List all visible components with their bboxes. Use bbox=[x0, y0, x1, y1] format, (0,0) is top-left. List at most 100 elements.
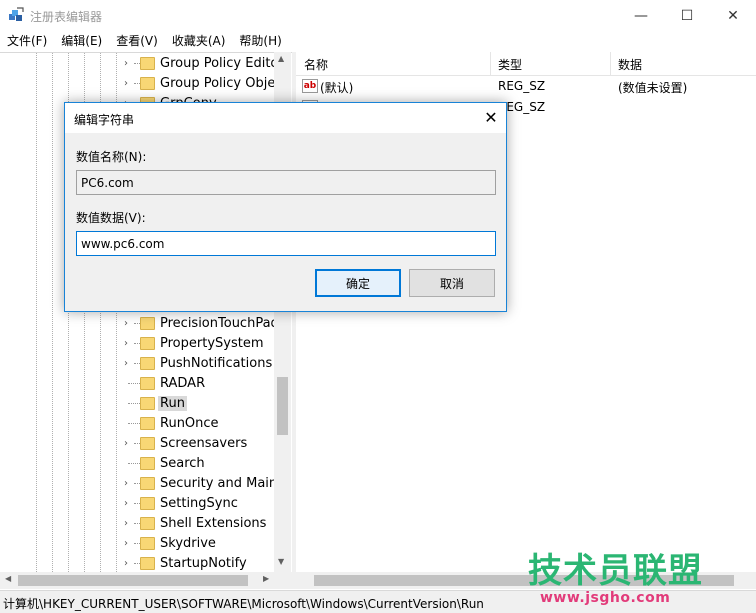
ok-button[interactable]: 确定 bbox=[315, 269, 401, 297]
scroll-right-icon[interactable]: ▶ bbox=[263, 574, 269, 583]
folder-icon bbox=[140, 457, 155, 470]
value-name: (默认) bbox=[320, 81, 354, 95]
tree-item-label: Security and Mainte bbox=[160, 476, 291, 491]
tree-item-runonce[interactable]: RunOnce bbox=[0, 414, 274, 434]
cancel-button[interactable]: 取消 bbox=[409, 269, 495, 297]
folder-icon bbox=[140, 397, 155, 410]
column-header-name[interactable]: 名称 bbox=[304, 56, 328, 73]
menu-favorites[interactable]: 收藏夹(A) bbox=[165, 31, 233, 51]
folder-icon bbox=[140, 417, 155, 430]
expand-chevron-icon[interactable]: › bbox=[124, 558, 134, 570]
tree-item-label: StartupNotify bbox=[160, 556, 247, 571]
folder-icon bbox=[140, 477, 155, 490]
tree-item-label: Group Policy Objec bbox=[160, 76, 283, 91]
tree-item-propertysystem[interactable]: › PropertySystem bbox=[0, 334, 274, 354]
expand-chevron-icon[interactable]: › bbox=[124, 538, 134, 550]
tree-item-group-policy-objects[interactable]: › Group Policy Objec bbox=[0, 74, 282, 94]
tree-connector bbox=[128, 383, 140, 384]
scroll-thumb[interactable] bbox=[18, 575, 248, 586]
folder-icon bbox=[140, 497, 155, 510]
folder-icon bbox=[140, 337, 155, 350]
ab-string-icon: ab bbox=[302, 79, 318, 93]
expand-chevron-icon[interactable]: › bbox=[124, 498, 134, 510]
tree-item-startupnotify[interactable]: › StartupNotify bbox=[0, 554, 274, 573]
scroll-up-icon[interactable]: ▲ bbox=[278, 54, 284, 63]
dialog-title-bar: 编辑字符串 ✕ bbox=[65, 103, 506, 133]
list-item[interactable]: ab (默认) REG_SZ (数值未设置) bbox=[296, 77, 756, 97]
tree-item-pushnotifications[interactable]: › PushNotifications bbox=[0, 354, 274, 374]
tree-horizontal-scrollbar[interactable]: ◀ ▶ bbox=[0, 572, 292, 589]
folder-icon bbox=[140, 357, 155, 370]
menu-edit[interactable]: 编辑(E) bbox=[54, 31, 109, 51]
tree-item-label: RADAR bbox=[160, 376, 206, 391]
tree-item-skydrive[interactable]: › Skydrive bbox=[0, 534, 274, 554]
tree-item-label: Skydrive bbox=[160, 536, 216, 551]
tree-item-radar[interactable]: RADAR bbox=[0, 374, 274, 394]
tree-item-label: Screensavers bbox=[160, 436, 248, 451]
watermark-url: www.jsgho.com bbox=[540, 590, 671, 606]
menu-file[interactable]: 文件(F) bbox=[0, 31, 54, 51]
tree-item-label: SettingSync bbox=[160, 496, 238, 511]
watermark-logo-text: 技术员联盟 bbox=[528, 551, 703, 591]
folder-icon bbox=[140, 537, 155, 550]
folder-icon bbox=[140, 437, 155, 450]
tree-item-label: PushNotifications bbox=[160, 356, 273, 371]
column-header-data[interactable]: 数据 bbox=[618, 56, 642, 73]
tree-connector bbox=[128, 403, 140, 404]
tree-item-settingsync[interactable]: › SettingSync bbox=[0, 494, 274, 514]
maximize-button[interactable]: ☐ bbox=[664, 0, 710, 31]
folder-icon bbox=[140, 77, 155, 90]
tree-item-label: PrecisionTouchPad bbox=[160, 316, 279, 331]
expand-chevron-icon[interactable]: › bbox=[124, 478, 134, 490]
tree-item-security-and-maintenance[interactable]: › Security and Mainte bbox=[0, 474, 290, 494]
tree-item-label: Shell Extensions bbox=[160, 516, 267, 531]
list-header: 名称 类型 数据 bbox=[296, 52, 756, 76]
tree-item-label: Search bbox=[160, 456, 205, 471]
expand-chevron-icon[interactable]: › bbox=[124, 78, 134, 90]
registry-path: 计算机\HKEY_CURRENT_USER\SOFTWARE\Microsoft… bbox=[3, 597, 484, 611]
tree-item-screensavers[interactable]: › Screensavers bbox=[0, 434, 274, 454]
dialog-title: 编辑字符串 bbox=[74, 113, 135, 127]
tree-item-label: PropertySystem bbox=[160, 336, 264, 351]
edit-string-dialog: 编辑字符串 ✕ 数值名称(N): 数值数据(V): 确定 取消 bbox=[64, 102, 507, 312]
column-separator[interactable] bbox=[490, 52, 491, 76]
tree-item-run[interactable]: Run bbox=[0, 394, 274, 414]
menu-bar: 文件(F) 编辑(E) 查看(V) 收藏夹(A) 帮助(H) bbox=[0, 31, 756, 51]
folder-icon bbox=[140, 557, 155, 570]
tree-item-precisiontouchpad[interactable]: › PrecisionTouchPad bbox=[0, 314, 279, 334]
column-separator[interactable] bbox=[610, 52, 611, 76]
scroll-thumb[interactable] bbox=[277, 377, 288, 435]
value-type: REG_SZ bbox=[498, 79, 546, 93]
menu-help[interactable]: 帮助(H) bbox=[232, 31, 288, 51]
dialog-close-icon[interactable]: ✕ bbox=[479, 107, 503, 129]
value-name-label: 数值名称(N): bbox=[76, 150, 147, 164]
expand-chevron-icon[interactable]: › bbox=[124, 518, 134, 530]
expand-chevron-icon[interactable]: › bbox=[124, 438, 134, 450]
scroll-left-icon[interactable]: ◀ bbox=[5, 574, 11, 583]
tree-item-shell-extensions[interactable]: › Shell Extensions bbox=[0, 514, 274, 534]
tree-item-group-policy-editor[interactable]: › Group Policy Editor bbox=[0, 54, 284, 74]
value-data-field[interactable] bbox=[76, 231, 496, 256]
value-data: (数值未设置) bbox=[618, 81, 688, 95]
expand-chevron-icon[interactable]: › bbox=[124, 318, 134, 330]
column-header-type[interactable]: 类型 bbox=[498, 56, 522, 73]
title-bar: 注册表编辑器 — ☐ ✕ bbox=[0, 0, 756, 31]
value-name-field[interactable] bbox=[76, 170, 496, 195]
close-window-button[interactable]: ✕ bbox=[710, 0, 756, 31]
folder-icon bbox=[140, 57, 155, 70]
tree-item-label: Group Policy Editor bbox=[160, 56, 284, 71]
minimize-button[interactable]: — bbox=[618, 0, 664, 31]
regedit-app-icon bbox=[9, 7, 24, 21]
folder-icon bbox=[140, 517, 155, 530]
tree-connector bbox=[128, 463, 140, 464]
menu-view[interactable]: 查看(V) bbox=[109, 31, 165, 51]
expand-chevron-icon[interactable]: › bbox=[124, 338, 134, 350]
tree-item-label: RunOnce bbox=[160, 416, 219, 431]
expand-chevron-icon[interactable]: › bbox=[124, 358, 134, 370]
scroll-down-icon[interactable]: ▼ bbox=[278, 557, 284, 566]
expand-chevron-icon[interactable]: › bbox=[124, 58, 134, 70]
folder-icon bbox=[140, 377, 155, 390]
tree-connector bbox=[128, 423, 140, 424]
value-data-label: 数值数据(V): bbox=[76, 211, 146, 225]
tree-item-search[interactable]: Search bbox=[0, 454, 274, 474]
